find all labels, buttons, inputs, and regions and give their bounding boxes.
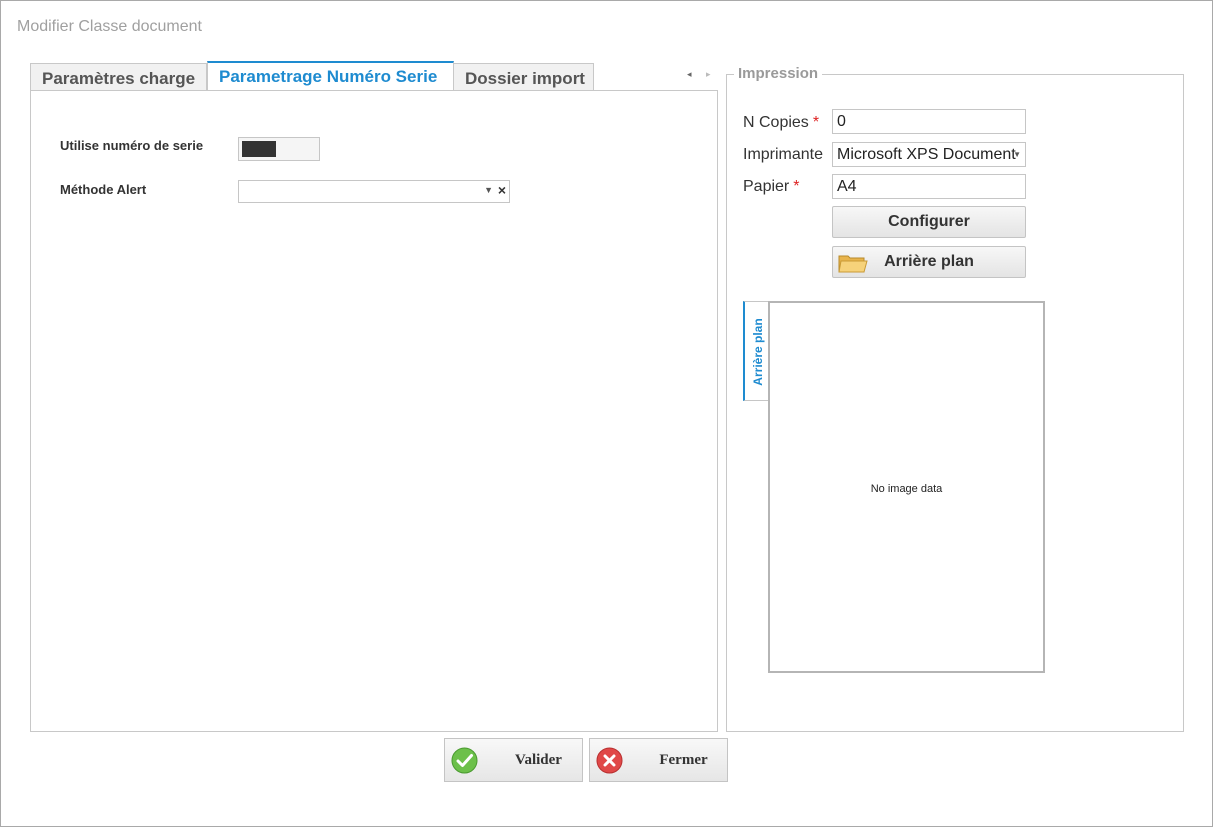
dialog-window: Modifier Classe document Paramètres char… [0, 0, 1213, 827]
tab-next-icon[interactable]: ▸ [706, 69, 711, 80]
copies-input[interactable]: 0 [832, 109, 1026, 134]
tab-parametres-charge[interactable]: Paramètres charge [30, 63, 207, 90]
validate-button[interactable]: Valider [444, 738, 583, 782]
no-image-text: No image data [870, 483, 943, 495]
copies-label: N Copies * [743, 114, 819, 132]
printer-select[interactable]: Microsoft XPS Document ▼ [832, 142, 1026, 167]
paper-label-text: Papier [743, 178, 790, 195]
required-mark: * [812, 114, 820, 131]
use-serial-label: Utilise numéro de serie [60, 138, 204, 153]
chevron-down-icon[interactable]: ▼ [1013, 150, 1021, 159]
printer-value: Microsoft XPS Document [837, 146, 1016, 163]
close-label: Fermer [659, 752, 708, 768]
check-icon [451, 747, 478, 774]
alert-method-combo[interactable]: ▼ × [238, 180, 510, 203]
window-title: Modifier Classe document [17, 18, 202, 35]
close-button[interactable]: Fermer [589, 738, 728, 782]
clear-icon[interactable]: × [498, 182, 506, 198]
configure-button[interactable]: Configurer [832, 206, 1026, 238]
required-mark: * [793, 178, 800, 195]
tab-content-panel: Utilise numéro de serie Méthode Alert ▼ … [30, 90, 718, 732]
use-serial-toggle[interactable] [238, 137, 320, 161]
printer-label: Imprimante [743, 146, 824, 163]
copies-label-text: N Copies [743, 114, 809, 131]
background-button-label: Arrière plan [884, 253, 974, 270]
toggle-knob [242, 141, 276, 157]
tab-dossier-import[interactable]: Dossier import [453, 63, 594, 90]
background-button[interactable]: Arrière plan [832, 246, 1026, 278]
tab-prev-icon[interactable]: ◂ [687, 69, 692, 80]
impression-title: Impression [734, 65, 823, 82]
tab-parametrage-numero-serie[interactable]: Parametrage Numéro Serie [207, 61, 454, 91]
preview-tab-label: Arrière plan [751, 318, 765, 386]
paper-input[interactable]: A4 [832, 174, 1026, 199]
background-preview: No image data [768, 301, 1045, 673]
validate-label: Valider [515, 752, 562, 768]
close-icon [596, 747, 623, 774]
preview-tab-background[interactable]: Arrière plan [743, 301, 769, 401]
paper-label: Papier * [743, 178, 799, 196]
chevron-down-icon[interactable]: ▼ [484, 185, 493, 195]
alert-method-label: Méthode Alert [60, 182, 147, 197]
folder-icon [838, 255, 868, 273]
